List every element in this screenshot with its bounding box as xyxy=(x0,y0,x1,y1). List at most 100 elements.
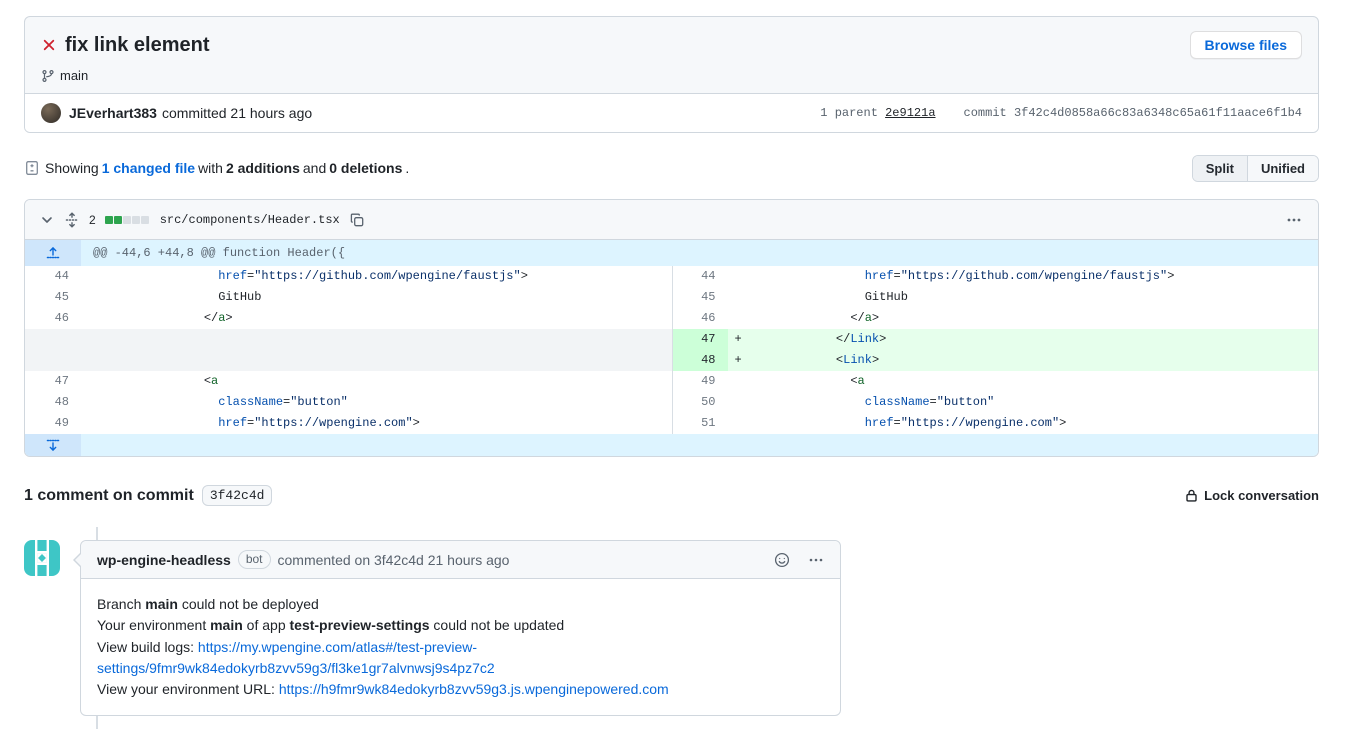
parent-info: 1 parent 2e9121a xyxy=(820,106,935,120)
diff-code-cell: href="https://wpengine.com"> xyxy=(728,413,1319,434)
summary-showing: Showing xyxy=(45,160,99,176)
collapse-chevron-down-icon[interactable] xyxy=(39,212,55,228)
bot-badge: bot xyxy=(238,550,271,569)
expand-down-row xyxy=(25,434,1318,456)
diff-row: 48+ <Link> xyxy=(25,350,1318,371)
diff-row: 47+ </Link> xyxy=(25,329,1318,350)
diff-code-cell xyxy=(81,350,672,371)
comments-heading: 1 comment on commit xyxy=(24,487,194,505)
diff-code-cell: href="https://github.com/wpengine/faustj… xyxy=(81,266,672,287)
comments-section: 1 comment on commit 3f42c4d Lock convers… xyxy=(24,485,1319,716)
comment-link[interactable]: https://h9fmr9wk84edokyrb8zvv59g3.js.wpe… xyxy=(279,681,669,697)
diff-code-cell: + <Link> xyxy=(728,350,1319,371)
commit-full-hash: 3f42c4d0858a66c83a6348c65a61f11aace6f1b4 xyxy=(1014,106,1302,120)
file-diff-icon xyxy=(24,160,40,176)
diff-file-header: 2 src/components/Header.tsx xyxy=(25,200,1318,240)
parent-label: 1 parent xyxy=(820,106,878,120)
committed-text: committed 21 hours ago xyxy=(162,105,312,121)
diff-line-number[interactable]: 48 xyxy=(25,392,81,413)
diff-line-number[interactable]: 49 xyxy=(672,371,728,392)
diff-line-number[interactable]: 47 xyxy=(25,371,81,392)
diff-line-number[interactable]: 50 xyxy=(672,392,728,413)
diff-rows: 44 href="https://github.com/wpengine/fau… xyxy=(25,266,1318,434)
comment-line: Branch main could not be deployed xyxy=(97,594,824,615)
summary-with: with xyxy=(198,160,223,176)
diff-line-number[interactable]: 46 xyxy=(25,308,81,329)
branch-name: main xyxy=(60,68,88,83)
commit-header-box: fix link element Browse files main JEver… xyxy=(24,16,1319,133)
diff-code-cell: <a xyxy=(81,371,672,392)
diff-code-cell: GitHub xyxy=(81,287,672,308)
author-name[interactable]: JEverhart383 xyxy=(69,105,157,121)
summary-additions: 2 additions xyxy=(226,160,300,176)
diff-line-number xyxy=(25,350,81,371)
diff-line-number[interactable]: 46 xyxy=(672,308,728,329)
author-avatar[interactable] xyxy=(41,103,61,123)
summary-and: and xyxy=(303,160,326,176)
diff-line-number[interactable]: 51 xyxy=(672,413,728,434)
comment-line: View build logs: https://my.wpengine.com… xyxy=(97,637,824,680)
diff-line-number[interactable]: 48 xyxy=(672,350,728,371)
commit-failed-x-icon xyxy=(41,37,57,53)
diff-row: 44 href="https://github.com/wpengine/fau… xyxy=(25,266,1318,287)
diff-code-cell: className="button" xyxy=(81,392,672,413)
parent-hash-link[interactable]: 2e9121a xyxy=(885,106,935,120)
comment-meta: commented on 3f42c4d 21 hours ago xyxy=(278,552,510,568)
diff-code-cell: href="https://wpengine.com"> xyxy=(81,413,672,434)
unfold-all-icon[interactable] xyxy=(64,212,80,228)
expand-down-icon[interactable] xyxy=(25,434,81,456)
toggle-split[interactable]: Split xyxy=(1193,156,1248,181)
diff-code-cell: GitHub xyxy=(728,287,1319,308)
diff-line-number[interactable]: 44 xyxy=(25,266,81,287)
commit-hash-chip: 3f42c4d xyxy=(202,485,273,506)
comment-options-kebab-icon[interactable] xyxy=(808,552,824,568)
comment-body: Branch main could not be deployedYour en… xyxy=(81,579,840,715)
commit-label: commit xyxy=(964,106,1007,120)
hunk-header-text: @@ -44,6 +44,8 @@ function Header({ xyxy=(81,240,1318,266)
diff-line-number[interactable]: 49 xyxy=(25,413,81,434)
git-branch-icon xyxy=(41,69,55,83)
comment-box: wp-engine-headless bot commented on 3f42… xyxy=(80,540,841,716)
comments-heading-row: 1 comment on commit 3f42c4d Lock convers… xyxy=(24,485,1319,506)
diff-code-cell: </a> xyxy=(728,308,1319,329)
diff-code-cell: + </Link> xyxy=(728,329,1319,350)
copy-path-icon[interactable] xyxy=(349,212,365,228)
diff-row: 45 GitHub45 GitHub xyxy=(25,287,1318,308)
commit-title: fix link element xyxy=(65,34,1182,57)
diff-stat-blocks xyxy=(105,216,149,224)
diff-line-number[interactable]: 45 xyxy=(672,287,728,308)
summary-deletions: 0 deletions xyxy=(329,160,402,176)
diff-row: 49 href="https://wpengine.com">51 href="… xyxy=(25,413,1318,434)
comment-author[interactable]: wp-engine-headless xyxy=(97,552,231,568)
file-path[interactable]: src/components/Header.tsx xyxy=(160,213,340,227)
browse-files-button[interactable]: Browse files xyxy=(1190,31,1302,59)
diff-line-number[interactable]: 47 xyxy=(672,329,728,350)
changed-files-link[interactable]: 1 changed file xyxy=(102,160,195,176)
lock-conversation-button[interactable]: Lock conversation xyxy=(1184,488,1319,503)
comment-thread: wp-engine-headless bot commented on 3f42… xyxy=(24,540,1319,716)
diff-code-cell: </a> xyxy=(81,308,672,329)
diff-line-number[interactable]: 45 xyxy=(25,287,81,308)
diff-line-number[interactable]: 44 xyxy=(672,266,728,287)
comment-line: Your environment main of app test-previe… xyxy=(97,615,824,636)
summary-period: . xyxy=(405,160,409,176)
toggle-unified[interactable]: Unified xyxy=(1248,156,1318,181)
diff-file-box: 2 src/components/Header.tsx xyxy=(24,199,1319,457)
lock-icon xyxy=(1184,488,1199,503)
diff-line-number xyxy=(25,329,81,350)
diff-row: 48 className="button"50 className="butto… xyxy=(25,392,1318,413)
diff-code-cell xyxy=(81,329,672,350)
diff-row: 47 <a49 <a xyxy=(25,371,1318,392)
diff-row: 46 </a>46 </a> xyxy=(25,308,1318,329)
commit-page: fix link element Browse files main JEver… xyxy=(0,0,1351,729)
bot-avatar[interactable] xyxy=(24,540,60,576)
file-options-kebab-icon[interactable] xyxy=(1286,212,1302,228)
comment-line: View your environment URL: https://h9fmr… xyxy=(97,679,824,700)
expand-up-icon[interactable] xyxy=(25,240,81,266)
changes-count: 2 xyxy=(89,213,96,227)
commit-meta-bar: JEverhart383 committed 21 hours ago 1 pa… xyxy=(25,93,1318,132)
lock-label: Lock conversation xyxy=(1204,488,1319,503)
diff-summary-row: Showing 1 changed file with 2 additions … xyxy=(24,153,1319,183)
diff-code-cell: <a xyxy=(728,371,1319,392)
emoji-reaction-icon[interactable] xyxy=(774,552,790,568)
